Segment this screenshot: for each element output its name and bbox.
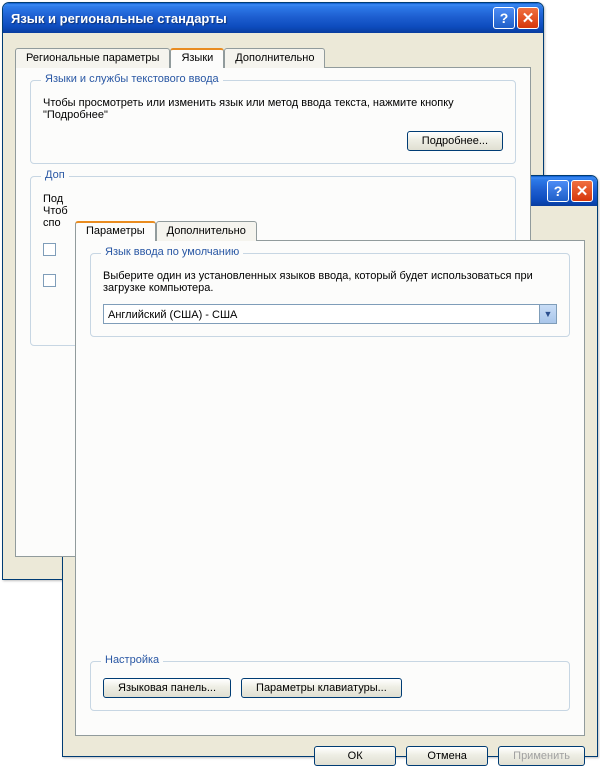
apply-button: Применить [498,746,585,766]
keyboard-params-button[interactable]: Параметры клавиатуры... [241,678,402,698]
tab-languages[interactable]: Языки [170,48,224,68]
details-button[interactable]: Подробнее... [407,131,503,151]
default-input-lang-group: Язык ввода по умолчанию Выберите один из… [90,253,570,337]
text-services-window: Языки и службы текстового ввода ? ✕ Пара… [62,175,598,757]
lang-bar-button[interactable]: Языковая панель... [103,678,231,698]
text-input-group: Языки и службы текстового ввода Чтобы пр… [30,80,516,164]
group-legend: Настройка [101,654,163,666]
group-legend: Язык ввода по умолчанию [101,246,243,258]
close-button[interactable]: ✕ [517,7,539,29]
close-button[interactable]: ✕ [571,180,593,202]
settings-group: Настройка Языковая панель... Параметры к… [90,661,570,711]
help-button[interactable]: ? [493,7,515,29]
dropdown-value: Английский (США) - США [108,309,237,321]
group-legend-2: Доп [41,169,69,181]
tab-advanced[interactable]: Дополнительно [156,221,257,241]
default-language-dropdown[interactable]: Английский (США) - США ▼ [103,304,557,324]
tab-regional[interactable]: Региональные параметры [15,48,170,68]
cancel-button[interactable]: Отмена [406,746,488,766]
window-title: Язык и региональные стандарты [11,11,491,26]
tab-parameters[interactable]: Параметры [75,221,156,241]
checkbox[interactable] [43,243,56,256]
group-description: Выберите один из установленных языков вв… [103,270,557,294]
checkbox[interactable] [43,274,56,287]
group-legend: Языки и службы текстового ввода [41,73,223,85]
truncated-line: Под [43,193,503,205]
titlebar[interactable]: Язык и региональные стандарты ? ✕ [3,3,543,33]
help-button[interactable]: ? [547,180,569,202]
ok-button[interactable]: ОК [314,746,396,766]
tab-advanced[interactable]: Дополнительно [224,48,325,68]
chevron-down-icon: ▼ [539,305,556,323]
truncated-line: Чтоб [43,205,503,217]
group-description: Чтобы просмотреть или изменить язык или … [43,97,503,121]
